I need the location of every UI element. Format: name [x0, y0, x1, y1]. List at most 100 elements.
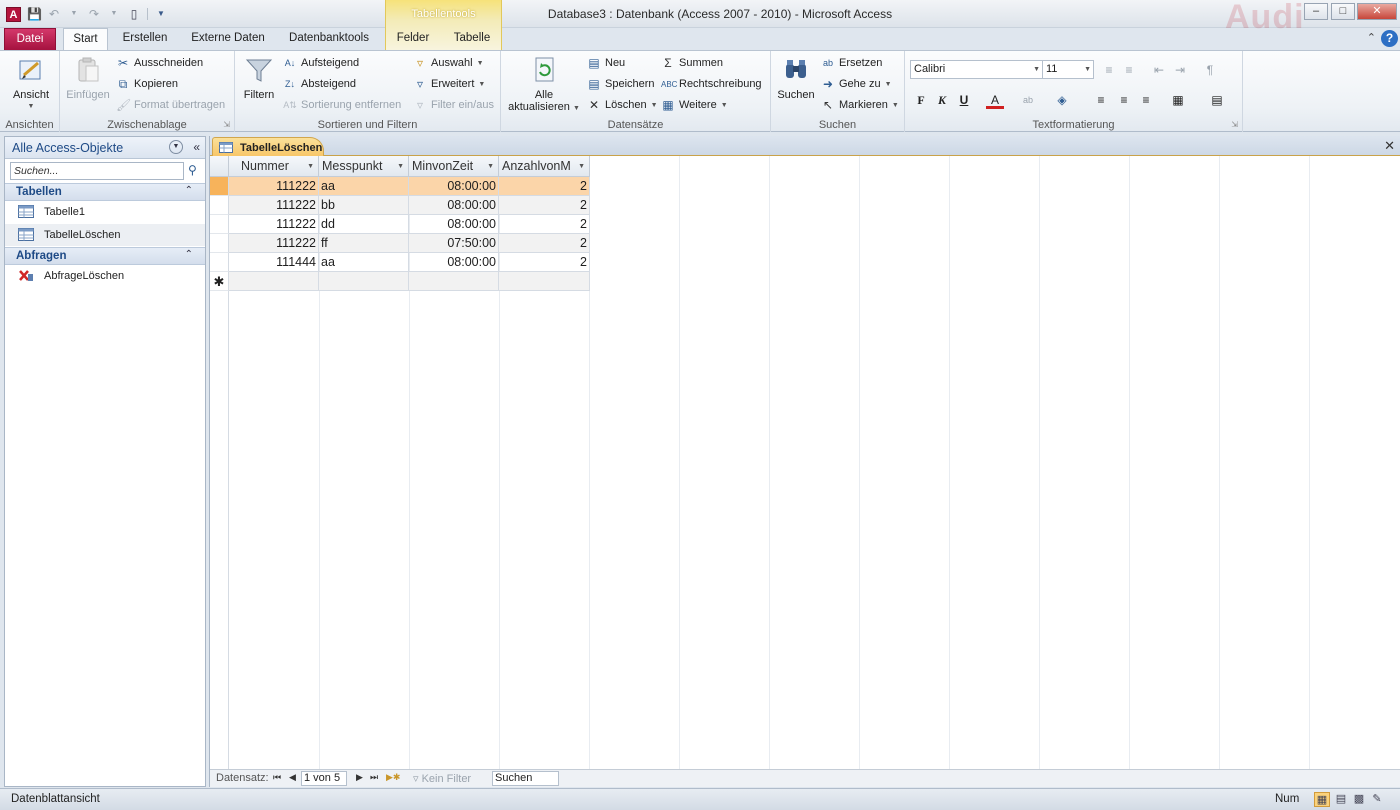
record-selector[interactable]: [210, 177, 229, 196]
undo-icon[interactable]: ↶: [47, 7, 61, 21]
increase-indent-icon[interactable]: ⇥: [1171, 61, 1189, 79]
alternate-row-color-icon[interactable]: ▤: [1208, 91, 1226, 109]
cell-minvonzeit[interactable]: 08:00:00: [409, 196, 499, 215]
cell-messpunkt[interactable]: ff: [319, 234, 409, 253]
ribbon-minimize-icon[interactable]: ⌃: [1367, 31, 1376, 44]
new-record-row[interactable]: ✱: [210, 272, 590, 291]
select-all-corner[interactable]: [210, 156, 229, 177]
close-document-icon[interactable]: ✕: [1384, 138, 1395, 154]
tab-file[interactable]: Datei: [4, 28, 56, 50]
find-button[interactable]: Suchen: [775, 55, 817, 101]
font-size-dropdown-icon[interactable]: ▼: [1084, 61, 1091, 78]
goto-button[interactable]: ➜ Gehe zu ▼: [821, 75, 892, 93]
cell-anzahlvonm[interactable]: [499, 272, 590, 291]
cell-anzahlvonm[interactable]: 2: [499, 234, 590, 253]
record-selector[interactable]: [210, 196, 229, 215]
copy-button[interactable]: ⧉ Kopieren: [116, 75, 178, 93]
record-selector[interactable]: [210, 215, 229, 234]
cell-nummer[interactable]: 111222: [229, 234, 319, 253]
delete-record-button[interactable]: ✕ Löschen ▼: [587, 96, 658, 114]
filter-button[interactable]: Filtern: [241, 55, 277, 101]
italic-button[interactable]: K: [933, 91, 951, 109]
select-button[interactable]: ↖ Markieren ▼: [821, 96, 899, 114]
nav-item-abfrageloeschen[interactable]: AbfrageLöschen: [5, 265, 205, 287]
cell-messpunkt[interactable]: aa: [319, 253, 409, 272]
column-sort-dropdown-icon[interactable]: ▼: [397, 156, 404, 176]
tab-database-tools[interactable]: Datenbanktools: [282, 28, 376, 50]
bullets-icon[interactable]: ≡: [1100, 61, 1118, 79]
maximize-button[interactable]: □: [1331, 3, 1355, 20]
cell-minvonzeit[interactable]: 08:00:00: [409, 253, 499, 272]
cell-nummer[interactable]: 111222: [229, 215, 319, 234]
align-center-icon[interactable]: ≡: [1115, 91, 1133, 109]
pivot-chart-view-icon[interactable]: ▩: [1351, 792, 1367, 807]
cut-button[interactable]: ✂ Ausschneiden: [116, 54, 203, 72]
first-record-icon[interactable]: ⏮: [273, 772, 281, 783]
font-color-icon[interactable]: A: [986, 91, 1004, 109]
paste-button[interactable]: Einfügen: [64, 55, 112, 101]
highlight-icon[interactable]: ab: [1019, 91, 1037, 109]
nav-search-input[interactable]: Suchen...: [10, 162, 184, 180]
format-painter-button[interactable]: 🖌 Format übertragen: [116, 96, 225, 114]
design-view-icon[interactable]: ✎: [1369, 792, 1385, 807]
access-app-icon[interactable]: A: [6, 6, 21, 22]
tab-create[interactable]: Erstellen: [116, 28, 174, 50]
document-tab-tabelleloeschen[interactable]: TabelleLöschen: [212, 137, 324, 157]
replace-button[interactable]: ab Ersetzen: [821, 54, 882, 72]
font-name-combo[interactable]: Calibri ▼: [910, 60, 1043, 79]
text-format-launcher-icon[interactable]: ⇲: [1231, 120, 1238, 129]
help-icon[interactable]: ?: [1381, 30, 1398, 47]
fill-color-icon[interactable]: ◈: [1053, 91, 1071, 109]
advanced-filter-button[interactable]: ▿ Erweitert ▼: [413, 75, 485, 93]
column-header-nummer[interactable]: Nummer ▼: [229, 156, 319, 177]
cell-minvonzeit[interactable]: 08:00:00: [409, 215, 499, 234]
align-left-icon[interactable]: ≡: [1092, 91, 1110, 109]
undo-dropdown-icon[interactable]: ▼: [67, 7, 81, 21]
align-right-icon[interactable]: ≡: [1137, 91, 1155, 109]
column-header-anzahlvonm[interactable]: AnzahlvonM ▼: [499, 156, 590, 177]
nav-pane-menu-icon[interactable]: ▼: [169, 140, 183, 154]
cell-messpunkt[interactable]: dd: [319, 215, 409, 234]
table-row[interactable]: 111222 ff 07:50:00 2: [210, 234, 590, 253]
record-selector[interactable]: [210, 253, 229, 272]
clipboard-launcher-icon[interactable]: ⇲: [223, 120, 230, 129]
toggle-filter-button[interactable]: ▿ Filter ein/aus: [413, 96, 494, 114]
minimize-button[interactable]: –: [1304, 3, 1328, 20]
collapse-chevron-icon[interactable]: ⌃: [185, 185, 193, 196]
column-sort-dropdown-icon[interactable]: ▼: [578, 156, 585, 176]
new-document-icon[interactable]: ▯: [127, 7, 141, 21]
cell-nummer[interactable]: 111222: [229, 177, 319, 196]
refresh-all-button[interactable]: Alle aktualisieren ▼: [507, 55, 581, 115]
tab-external-data[interactable]: Externe Daten: [186, 28, 270, 50]
column-header-minvonzeit[interactable]: MinvonZeit ▼: [409, 156, 499, 177]
tab-start[interactable]: Start: [63, 28, 108, 51]
cell-nummer[interactable]: [229, 272, 319, 291]
column-header-messpunkt[interactable]: Messpunkt ▼: [319, 156, 409, 177]
record-position-input[interactable]: 1 von 5: [301, 771, 347, 786]
pivot-table-view-icon[interactable]: ▤: [1333, 792, 1349, 807]
cell-anzahlvonm[interactable]: 2: [499, 177, 590, 196]
table-row[interactable]: 111222 bb 08:00:00 2: [210, 196, 590, 215]
bold-button[interactable]: F: [912, 91, 930, 109]
save-icon[interactable]: 💾: [27, 7, 42, 21]
totals-button[interactable]: Σ Summen: [661, 54, 723, 72]
customize-qat-icon[interactable]: ▼: [154, 7, 168, 21]
nav-pane-header[interactable]: Alle Access-Objekte ▼ «: [5, 137, 205, 159]
next-record-icon[interactable]: ▶: [356, 772, 363, 783]
remove-sort-button[interactable]: A⇅ Sortierung entfernen: [283, 96, 401, 114]
previous-record-icon[interactable]: ◀: [289, 772, 296, 783]
search-icon[interactable]: ⚲: [188, 163, 197, 177]
cell-messpunkt[interactable]: bb: [319, 196, 409, 215]
datasheet-view-icon[interactable]: ▦: [1314, 792, 1330, 807]
sort-ascending-button[interactable]: A↓ Aufsteigend: [283, 54, 359, 72]
new-record-button[interactable]: ▤ Neu: [587, 54, 625, 72]
more-button[interactable]: ▦ Weitere ▼: [661, 96, 727, 114]
cell-minvonzeit[interactable]: 08:00:00: [409, 177, 499, 196]
paragraph-direction-icon[interactable]: ¶: [1201, 61, 1219, 79]
table-row[interactable]: 111444 aa 08:00:00 2: [210, 253, 590, 272]
cell-minvonzeit[interactable]: 07:50:00: [409, 234, 499, 253]
spelling-button[interactable]: ABC Rechtschreibung: [661, 75, 762, 93]
nav-item-tabelle1[interactable]: Tabelle1: [5, 201, 205, 223]
column-sort-dropdown-icon[interactable]: ▼: [487, 156, 494, 176]
underline-button[interactable]: U: [955, 91, 973, 109]
